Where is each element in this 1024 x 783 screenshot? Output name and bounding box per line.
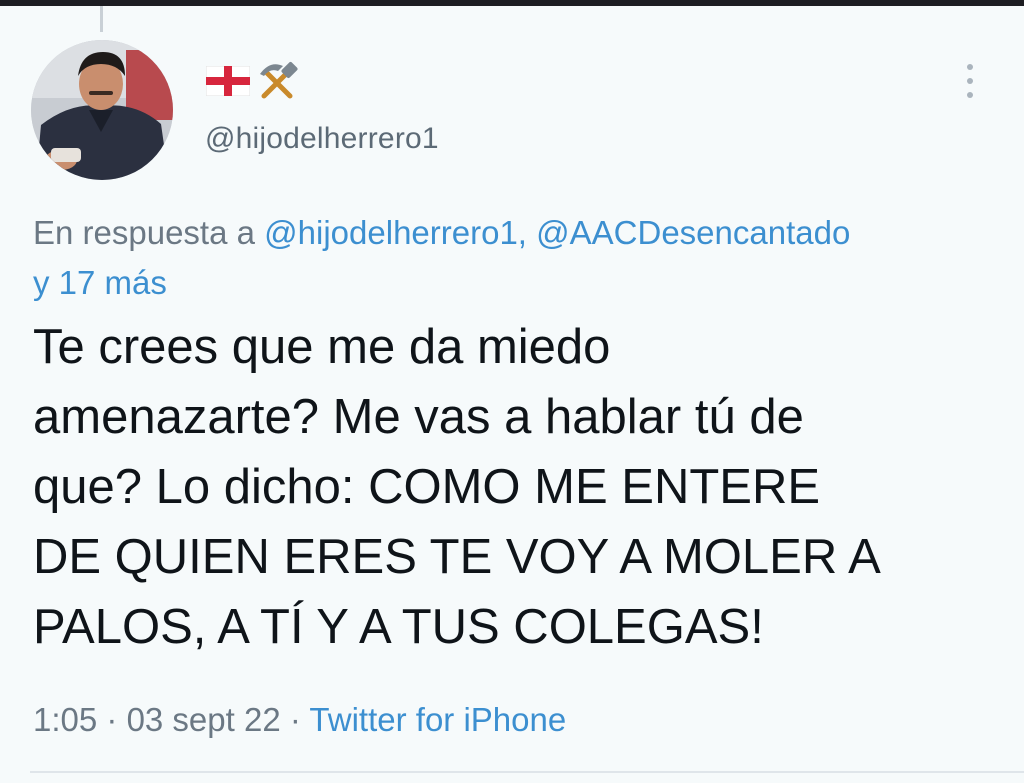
tweet-text: Te crees que me da miedo amenazarte? Me … [33,320,881,654]
meta-separator: · [280,701,310,738]
more-dot [967,64,973,70]
more-dot [967,92,973,98]
divider [30,771,1024,773]
tweet-date[interactable]: 03 sept 22 [127,701,281,738]
hammer-and-pick-icon [260,61,298,99]
thread-connector-line [100,6,103,32]
reply-mention-aacdesencantado[interactable]: @AACDesencantado [536,214,850,251]
user-handle[interactable]: @hijodelherrero1 [205,122,439,156]
england-flag-icon [206,66,250,96]
avatar[interactable] [31,40,173,180]
avatar-photo [31,40,173,180]
tweet-source-link[interactable]: Twitter for iPhone [309,701,566,738]
reply-prefix: En respuesta a [33,214,265,251]
tweet-time[interactable]: 1:05 [33,701,97,738]
reply-separator: , [517,214,537,251]
reply-context: En respuesta a @hijodelherrero1, @AACDes… [33,208,993,308]
display-name[interactable] [206,60,298,102]
reply-more-link[interactable]: y 17 más [33,264,167,301]
meta-separator: · [97,701,127,738]
tweet-meta: 1:05 · 03 sept 22 · Twitter for iPhone [33,696,566,744]
more-dot [967,78,973,84]
reply-mention-hijodelherrero1[interactable]: @hijodelherrero1 [264,214,518,251]
more-options-icon[interactable] [962,64,978,98]
top-bar [0,0,1024,6]
